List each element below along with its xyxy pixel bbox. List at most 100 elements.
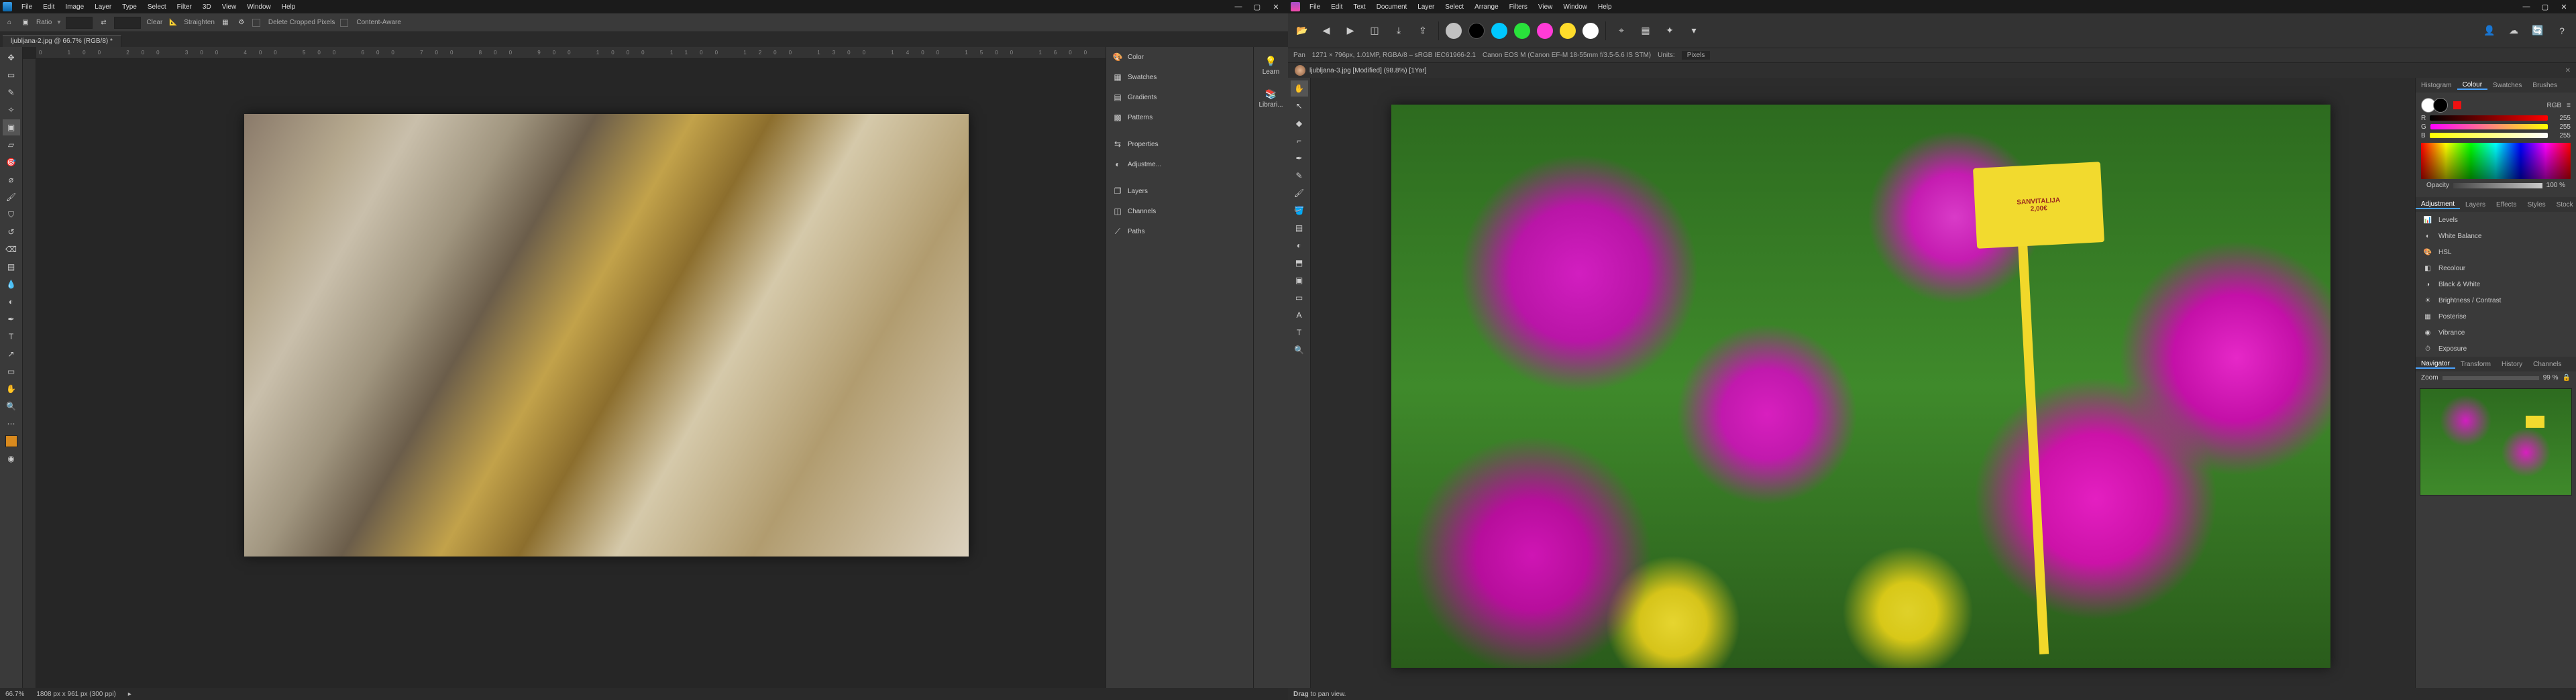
pen-tool[interactable]: ✒ <box>3 311 20 327</box>
quick-mask-icon[interactable]: ◉ <box>3 451 20 467</box>
tab-styles[interactable]: Styles <box>2522 201 2551 209</box>
persona-ring-6[interactable] <box>1560 23 1576 39</box>
navigator-thumbnail[interactable] <box>2420 388 2572 495</box>
history-brush-tool[interactable]: ↺ <box>3 224 20 240</box>
af-gradient-tool[interactable]: ▤ <box>1291 220 1308 236</box>
tab-stock[interactable]: Stock <box>2551 201 2576 209</box>
persona-ring-4[interactable] <box>1514 23 1530 39</box>
reset-swatch-icon[interactable] <box>2453 101 2461 109</box>
crop-tool[interactable]: ▣ <box>3 119 20 135</box>
forward-icon[interactable]: ▶ <box>1342 22 1359 40</box>
zoom-lock-icon[interactable]: 🔒 <box>2563 374 2571 382</box>
home-icon[interactable]: ⌂ <box>4 17 15 28</box>
af-menu-filters[interactable]: Filters <box>1504 3 1533 11</box>
zoom-status[interactable]: 66.7% <box>5 691 24 698</box>
eraser-tool[interactable]: ⌫ <box>3 241 20 257</box>
grid-overlay-icon[interactable]: ▦ <box>220 17 231 28</box>
af-menu-help[interactable]: Help <box>1593 3 1617 11</box>
gear-icon[interactable]: ⚙ <box>236 17 247 28</box>
affinity-canvas-area[interactable]: SANVITALIJA 2,00€ <box>1311 78 2415 688</box>
af-move-tool[interactable]: ↖ <box>1291 98 1308 114</box>
open-icon[interactable]: 📂 <box>1293 22 1311 40</box>
path-tool[interactable]: ↗ <box>3 346 20 362</box>
tab-channels[interactable]: Channels <box>2528 361 2567 368</box>
af-menu-view[interactable]: View <box>1533 3 1558 11</box>
eyedropper-tool[interactable]: 🎯 <box>3 154 20 170</box>
learn-panel[interactable]: 💡Learn <box>1254 51 1288 80</box>
af-fill-tool[interactable]: 🪣 <box>1291 202 1308 219</box>
af-close-button[interactable]: ✕ <box>2555 1 2573 13</box>
adj-bw[interactable]: ◑Black & White <box>2416 276 2576 292</box>
persona-ring-3[interactable] <box>1491 23 1507 39</box>
sync-icon[interactable]: 🔄 <box>2529 22 2546 40</box>
af-menu-select[interactable]: Select <box>1440 3 1469 11</box>
zoom-tool[interactable]: 🔍 <box>3 398 20 414</box>
adj-exposure[interactable]: ⏱Exposure <box>2416 341 2576 357</box>
close-button[interactable]: ✕ <box>1267 1 1285 13</box>
af-menu-edit[interactable]: Edit <box>1326 3 1348 11</box>
af-pencil-tool[interactable]: ✎ <box>1291 168 1308 184</box>
menu-help[interactable]: Help <box>276 3 301 11</box>
grid-icon[interactable]: ▦ <box>1637 22 1654 40</box>
stroke-circle[interactable] <box>2433 98 2448 113</box>
shape-tool[interactable]: ▭ <box>3 363 20 380</box>
af-corner-tool[interactable]: ⌐ <box>1291 133 1308 149</box>
swap-icon[interactable]: ⇄ <box>98 17 109 28</box>
tab-layers[interactable]: Layers <box>2460 201 2491 209</box>
b-slider[interactable]: B255 <box>2421 132 2571 139</box>
color-panel[interactable]: 🎨Color <box>1106 47 1253 67</box>
properties-panel[interactable]: ⇆Properties <box>1106 134 1253 154</box>
snap-icon[interactable]: ⌖ <box>1613 22 1630 40</box>
dodge-tool[interactable]: ◐ <box>3 294 20 310</box>
af-document-tab[interactable]: ljubljana-3.jpg [Modified] (98.8%) [1Yar… <box>1309 67 1426 74</box>
af-minimize-button[interactable]: — <box>2517 1 2536 13</box>
af-menu-text[interactable]: Text <box>1348 3 1371 11</box>
persona-ring-5[interactable] <box>1537 23 1553 39</box>
af-menu-file[interactable]: File <box>1304 3 1326 11</box>
af-menu-window[interactable]: Window <box>1558 3 1593 11</box>
menu-layer[interactable]: Layer <box>89 3 117 11</box>
menu-file[interactable]: File <box>16 3 38 11</box>
menu-edit[interactable]: Edit <box>38 3 60 11</box>
libraries-panel[interactable]: 📚Librari... <box>1254 84 1288 113</box>
minimize-button[interactable]: — <box>1229 1 1248 13</box>
colour-mode-dropdown[interactable]: RGB <box>2546 102 2561 109</box>
af-frame-text-tool[interactable]: T <box>1291 325 1308 341</box>
tab-histogram[interactable]: Histogram <box>2416 82 2457 89</box>
hue-strip[interactable] <box>2421 143 2571 179</box>
menu-select[interactable]: Select <box>142 3 172 11</box>
cloud-icon[interactable]: ☁ <box>2505 22 2522 40</box>
af-place-tool[interactable]: ⬒ <box>1291 255 1308 271</box>
menu-window[interactable]: Window <box>241 3 276 11</box>
split-icon[interactable]: ◫ <box>1366 22 1383 40</box>
ratio-height-field[interactable] <box>114 17 141 29</box>
frame-tool[interactable]: ▱ <box>3 137 20 153</box>
assistant-icon[interactable]: ✦ <box>1661 22 1678 40</box>
document-tab[interactable]: ljubljana-2.jpg @ 66.7% (RGB/8) * <box>3 35 121 47</box>
opacity-slider[interactable]: Opacity 100 % <box>2421 179 2571 192</box>
adj-posterise[interactable]: ▦Posterise <box>2416 308 2576 325</box>
persona-ring-1[interactable] <box>1446 23 1462 39</box>
units-dropdown[interactable]: Pixels <box>1682 51 1711 60</box>
af-menu-document[interactable]: Document <box>1371 3 1413 11</box>
adj-levels[interactable]: 📊Levels <box>2416 212 2576 228</box>
content-aware-checkbox[interactable] <box>340 19 348 27</box>
tab-transform[interactable]: Transform <box>2455 361 2496 368</box>
more-tools-icon[interactable]: ⋯ <box>3 416 20 432</box>
status-chevron-icon[interactable]: ▸ <box>128 691 131 698</box>
af-node-tool[interactable]: ◆ <box>1291 115 1308 131</box>
menu-image[interactable]: Image <box>60 3 89 11</box>
prefs-icon[interactable]: ▾ <box>1685 22 1703 40</box>
tab-effects[interactable]: Effects <box>2491 201 2522 209</box>
af-menu-arrange[interactable]: Arrange <box>1469 3 1504 11</box>
patterns-panel[interactable]: ▩Patterns <box>1106 107 1253 127</box>
ratio-width-field[interactable] <box>66 17 93 29</box>
adjustments-panel[interactable]: ◐Adjustme... <box>1106 154 1253 174</box>
wand-tool[interactable]: ✧ <box>3 102 20 118</box>
type-tool[interactable]: T <box>3 329 20 345</box>
crop-tool-icon[interactable]: ▣ <box>20 17 31 28</box>
document-canvas[interactable] <box>244 114 969 557</box>
marquee-tool[interactable]: ▭ <box>3 67 20 83</box>
patch-tool[interactable]: ⌀ <box>3 172 20 188</box>
tab-adjustment[interactable]: Adjustment <box>2416 200 2460 209</box>
